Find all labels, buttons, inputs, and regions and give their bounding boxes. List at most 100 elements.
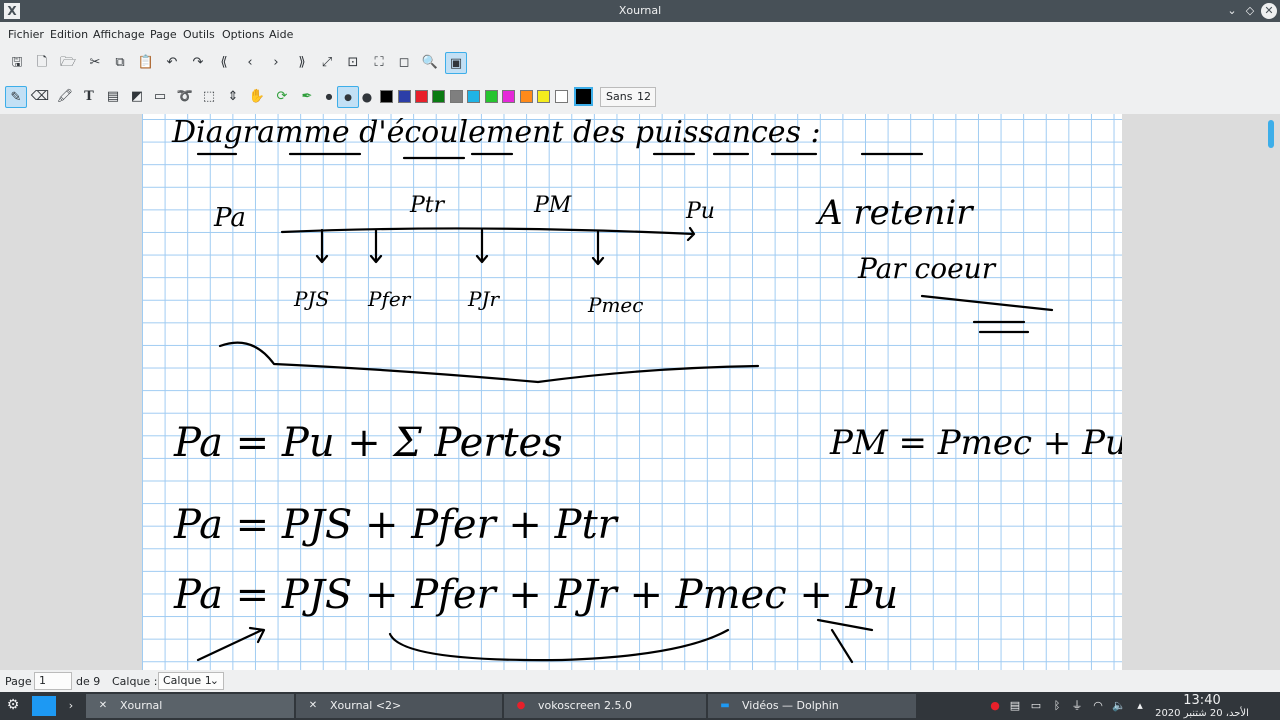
color-black-swatch[interactable] xyxy=(380,90,393,103)
handwriting-layer: Diagramme d'écoulement des puissances : … xyxy=(171,115,1122,664)
color-magenta-swatch[interactable] xyxy=(502,90,515,103)
note-page[interactable]: Diagramme d'écoulement des puissances : … xyxy=(142,114,1122,670)
clipboard-icon[interactable]: ▤ xyxy=(1008,699,1022,713)
menu-bar: Fichier Edition Affichage Page Outils Op… xyxy=(0,22,1280,46)
tools-toolbar: ✎ ⌫ 🖍 T ▤ ◩ ▭ ➰ ⬚ ⇕ ✋ ⟳ ✒ ● ● ● Sans 12 xyxy=(0,82,1280,112)
color-lightgreen-swatch[interactable] xyxy=(485,90,498,103)
task-dolphin[interactable]: ▬ Vidéos — Dolphin xyxy=(708,694,916,718)
shape-icon[interactable]: ◩ xyxy=(126,86,148,108)
last-page-icon[interactable]: ⟫ xyxy=(291,52,313,74)
color-white-swatch[interactable] xyxy=(555,90,568,103)
color-orange-swatch[interactable] xyxy=(520,90,533,103)
label-pa: Pa xyxy=(213,203,246,233)
eraser-icon[interactable]: ⌫ xyxy=(29,86,51,108)
current-color-swatch[interactable] xyxy=(574,87,593,106)
color-lightblue-swatch[interactable] xyxy=(467,90,480,103)
equation-4: Pa = PJS + Pfer + PJr + Pmec + Pu xyxy=(173,572,898,618)
menu-edition[interactable]: Edition xyxy=(50,28,88,41)
zoom-fit-icon[interactable]: ⤢ xyxy=(316,52,338,74)
status-bar: Page 1 de 9 Calque : Calque 1 ⌄ xyxy=(0,670,1280,692)
menu-options[interactable]: Options xyxy=(222,28,264,41)
prev-page-icon[interactable]: ‹ xyxy=(239,52,261,74)
ruler-icon[interactable]: ▭ xyxy=(149,86,171,108)
note-heading: Diagramme d'écoulement des puissances : xyxy=(171,115,821,150)
task-label: vokoscreen 2.5.0 xyxy=(538,699,632,712)
task-label: Vidéos — Dolphin xyxy=(742,699,839,712)
close-button[interactable]: ✕ xyxy=(1261,3,1277,19)
vspace-icon[interactable]: ⇕ xyxy=(222,86,244,108)
color-gray-swatch[interactable] xyxy=(450,90,463,103)
pen-icon[interactable]: ✎ xyxy=(5,86,27,108)
zoom-full-icon[interactable]: ⛶ xyxy=(368,52,390,74)
vertical-scrollbar[interactable] xyxy=(1268,116,1274,664)
wifi-icon[interactable]: ◠ xyxy=(1091,699,1105,713)
recording-icon[interactable]: ● xyxy=(988,699,1002,713)
color-green-swatch[interactable] xyxy=(432,90,445,103)
image-icon[interactable]: ▤ xyxy=(102,86,124,108)
cut-icon[interactable]: ✂ xyxy=(84,52,106,74)
xournal-task-icon: ✕ xyxy=(98,700,108,711)
label-pfer: Pfer xyxy=(367,287,412,311)
search-icon[interactable]: 🔍 xyxy=(419,52,441,74)
menu-fichier[interactable]: Fichier xyxy=(8,28,44,41)
rect-select-icon[interactable]: ⬚ xyxy=(198,86,220,108)
hand-icon[interactable]: ✋ xyxy=(246,86,268,108)
bluetooth-icon[interactable]: ᛒ xyxy=(1050,699,1064,713)
chevron-right-icon[interactable]: › xyxy=(64,699,78,713)
taskbar: ⚙ › ✕ Xournal ✕ Xournal <2> ● vokoscreen… xyxy=(0,692,1280,720)
lasso-icon[interactable]: ➰ xyxy=(174,86,196,108)
menu-aide[interactable]: Aide xyxy=(269,28,293,41)
task-xournal-2[interactable]: ✕ Xournal <2> xyxy=(296,694,502,718)
paste-icon[interactable]: 📋 xyxy=(135,52,157,74)
font-size: 12 xyxy=(637,90,651,103)
battery-icon[interactable]: ▭ xyxy=(1029,699,1043,713)
usb-icon[interactable]: ⏚ xyxy=(1070,699,1084,713)
zoom-page-icon[interactable]: ⊡ xyxy=(342,52,364,74)
page-total: de 9 xyxy=(76,675,101,688)
menu-page[interactable]: Page xyxy=(150,28,177,41)
menu-affichage[interactable]: Affichage xyxy=(93,28,145,41)
menu-outils[interactable]: Outils xyxy=(183,28,215,41)
app-launcher-icon[interactable]: ⚙ xyxy=(6,698,20,712)
expand-tray-icon[interactable]: ▴ xyxy=(1133,699,1147,713)
text-icon[interactable]: T xyxy=(78,86,100,108)
volume-icon[interactable]: 🔈 xyxy=(1112,699,1126,713)
zoom-width-icon[interactable]: ◻ xyxy=(393,52,415,74)
first-page-icon[interactable]: ⟪ xyxy=(213,52,235,74)
open-icon[interactable]: 🗁 xyxy=(57,52,79,74)
canvas-area[interactable]: Diagramme d'écoulement des puissances : … xyxy=(0,114,1280,670)
layer-label: Calque : xyxy=(112,675,158,688)
fullscreen-icon[interactable]: ▣ xyxy=(445,52,467,74)
font-selector[interactable]: Sans 12 xyxy=(600,87,656,107)
show-desktop-icon[interactable] xyxy=(32,696,56,716)
default-pen-icon[interactable]: ✒ xyxy=(296,86,318,108)
equation-2: PM = Pmec + Pu xyxy=(829,423,1122,463)
loss-arrow-1 xyxy=(315,228,329,264)
next-page-icon[interactable]: › xyxy=(265,52,287,74)
equation-1: Pa = Pu + Σ Pertes xyxy=(173,420,563,466)
page-number-spin[interactable]: 1 xyxy=(34,672,72,690)
new-icon[interactable]: 🗋 xyxy=(31,52,53,74)
folder-icon: ▬ xyxy=(720,700,730,711)
maximize-button[interactable]: ◇ xyxy=(1242,3,1258,19)
task-vokoscreen[interactable]: ● vokoscreen 2.5.0 xyxy=(504,694,706,718)
task-xournal[interactable]: ✕ Xournal xyxy=(86,694,294,718)
save-icon[interactable]: 🖫 xyxy=(6,52,28,74)
undo-icon[interactable]: ↶ xyxy=(161,52,183,74)
color-blue-swatch[interactable] xyxy=(398,90,411,103)
layer-select[interactable]: Calque 1 ⌄ xyxy=(158,672,224,690)
aside-underline xyxy=(920,294,1054,334)
redo-icon[interactable]: ↷ xyxy=(187,52,209,74)
loss-arrow-2 xyxy=(369,228,383,264)
thick-dot-icon[interactable]: ● xyxy=(356,86,378,108)
copy-icon[interactable]: ⧉ xyxy=(109,52,131,74)
scrollbar-thumb[interactable] xyxy=(1268,120,1274,148)
default-tool-icon[interactable]: ⟳ xyxy=(271,86,293,108)
label-pjr: PJr xyxy=(467,287,500,311)
label-ptr: Ptr xyxy=(409,193,446,218)
clock[interactable]: 13:40 الأحد، 20 شتنبر 2020 xyxy=(1150,694,1254,720)
color-red-swatch[interactable] xyxy=(415,90,428,103)
minimize-button[interactable]: ⌄ xyxy=(1224,3,1240,19)
color-yellow-swatch[interactable] xyxy=(537,90,550,103)
highlighter-icon[interactable]: 🖍 xyxy=(54,86,76,108)
